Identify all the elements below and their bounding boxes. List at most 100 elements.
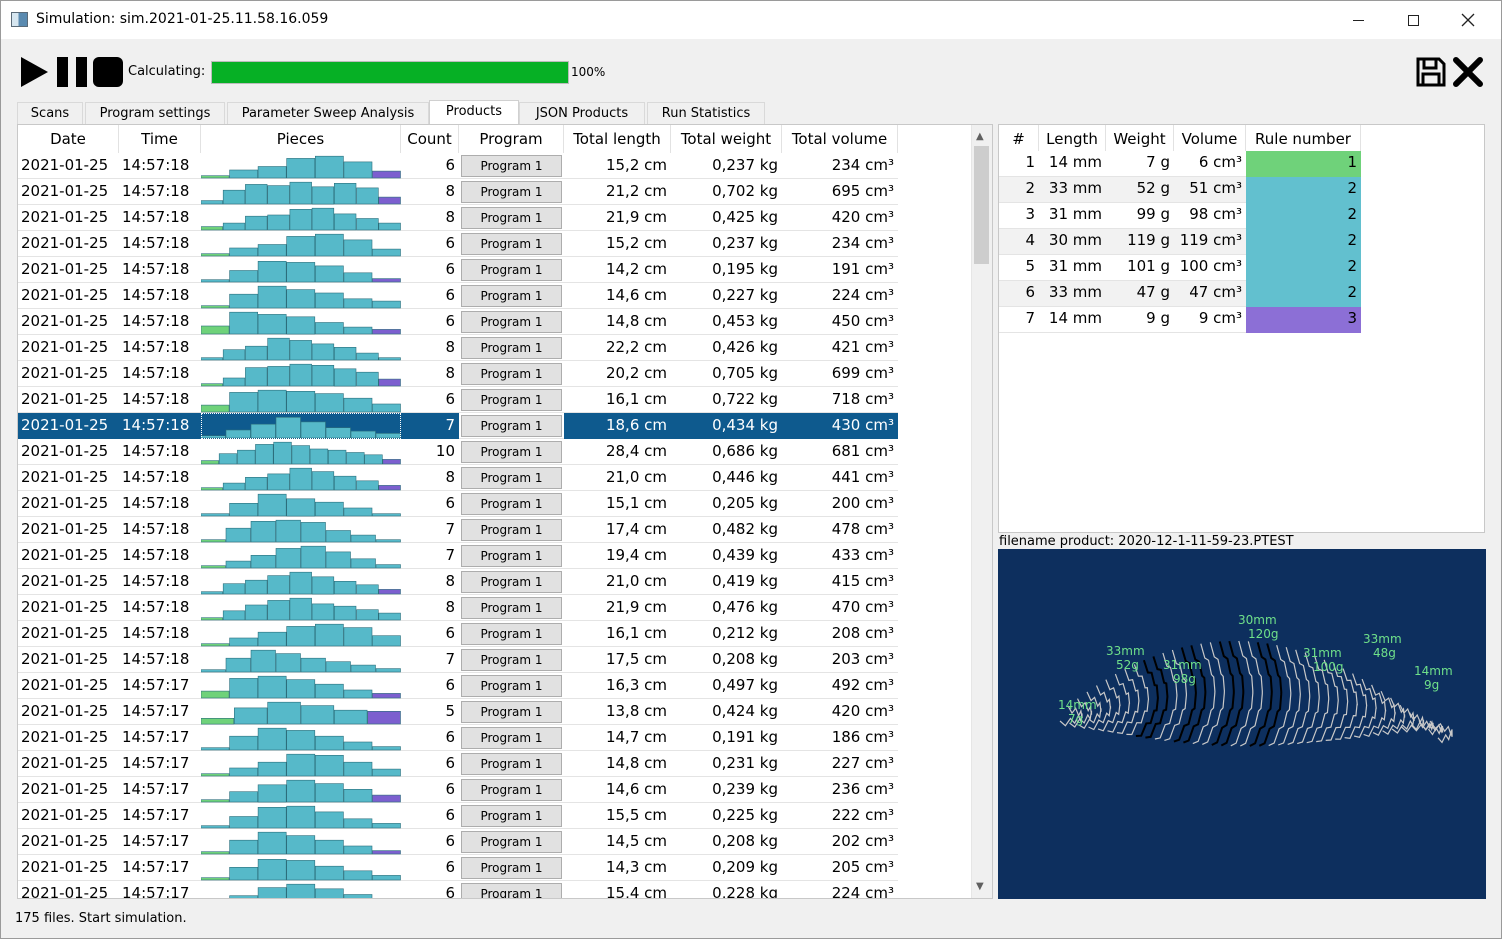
stop-button[interactable] bbox=[93, 57, 123, 87]
col-total-weight[interactable]: Total weight bbox=[671, 125, 782, 153]
program-button[interactable]: Program 1 bbox=[461, 675, 562, 697]
table-row[interactable]: 2021-01-25 14:57:18 6 15,2 cm 0,237 kg 234 cm… bbox=[18, 231, 898, 257]
table-row[interactable]: 2021-01-25 14:57:17 6 14,3 cm 0,209 kg 205 cm… bbox=[18, 855, 898, 881]
tab-run-statistics[interactable]: Run Statistics bbox=[647, 102, 765, 124]
program-button[interactable]: Program 1 bbox=[461, 545, 562, 567]
program-button[interactable]: Program 1 bbox=[461, 311, 562, 333]
save-icon[interactable] bbox=[1415, 56, 1447, 88]
program-button[interactable]: Program 1 bbox=[461, 701, 562, 723]
table-row[interactable]: 2021-01-25 14:57:18 8 21,2 cm 0,702 kg 695 cm… bbox=[18, 179, 898, 205]
program-button[interactable]: Program 1 bbox=[461, 233, 562, 255]
program-button[interactable]: Program 1 bbox=[461, 181, 562, 203]
piece-row[interactable]: 5 31 mm 101 g 100 cm³ 2 bbox=[999, 255, 1361, 281]
program-button[interactable]: Program 1 bbox=[461, 259, 562, 281]
program-button[interactable]: Program 1 bbox=[461, 857, 562, 879]
program-button[interactable]: Program 1 bbox=[461, 363, 562, 385]
program-button[interactable]: Program 1 bbox=[461, 571, 562, 593]
maximize-button[interactable] bbox=[1390, 1, 1436, 39]
table-row[interactable]: 2021-01-25 14:57:17 6 16,3 cm 0,497 kg 492 cm… bbox=[18, 673, 898, 699]
col-volume[interactable]: Volume bbox=[1174, 125, 1246, 151]
piece-row[interactable]: 7 14 mm 9 g 9 cm³ 3 bbox=[999, 307, 1361, 333]
table-row[interactable]: 2021-01-25 14:57:18 8 21,9 cm 0,476 kg 470 cm… bbox=[18, 595, 898, 621]
piece-row[interactable]: 2 33 mm 52 g 51 cm³ 2 bbox=[999, 177, 1361, 203]
tab-json-products[interactable]: JSON Products bbox=[519, 102, 645, 124]
program-button[interactable]: Program 1 bbox=[461, 831, 562, 853]
program-button[interactable]: Program 1 bbox=[461, 285, 562, 307]
table-row[interactable]: 2021-01-25 14:57:17 6 14,6 cm 0,239 kg 236 cm… bbox=[18, 777, 898, 803]
3d-product-viewer[interactable]: 14mm 7g 33mm 52g 31mm 98g 30mm 120g 31mm 100g 33mm… bbox=[998, 549, 1486, 899]
table-row[interactable]: 2021-01-25 14:57:17 6 14,7 cm 0,191 kg 186 cm… bbox=[18, 725, 898, 751]
window-close-button[interactable] bbox=[1445, 1, 1491, 39]
piece-row[interactable]: 3 31 mm 99 g 98 cm³ 2 bbox=[999, 203, 1361, 229]
program-button[interactable]: Program 1 bbox=[461, 649, 562, 671]
table-row[interactable]: 2021-01-25 14:57:18 7 17,5 cm 0,208 kg 203 cm… bbox=[18, 647, 898, 673]
col-time[interactable]: Time bbox=[119, 125, 201, 153]
table-row[interactable]: 2021-01-25 14:57:18 7 17,4 cm 0,482 kg 478 cm… bbox=[18, 517, 898, 543]
program-button[interactable]: Program 1 bbox=[461, 493, 562, 515]
tab-parameter-sweep[interactable]: Parameter Sweep Analysis bbox=[227, 102, 429, 124]
table-row[interactable]: 2021-01-25 14:57:17 6 14,8 cm 0,231 kg 227 cm… bbox=[18, 751, 898, 777]
program-button[interactable]: Program 1 bbox=[461, 337, 562, 359]
piece-row[interactable]: 4 30 mm 119 g 119 cm³ 2 bbox=[999, 229, 1361, 255]
program-button[interactable]: Program 1 bbox=[461, 441, 562, 463]
col-rule-number[interactable]: Rule number bbox=[1246, 125, 1361, 151]
close-x-icon[interactable] bbox=[1452, 56, 1484, 88]
table-row[interactable]: 2021-01-25 14:57:18 6 15,2 cm 0,237 kg 234 cm… bbox=[18, 153, 898, 179]
products-scrollbar[interactable]: ▲ ▼ bbox=[971, 125, 992, 898]
program-button[interactable]: Program 1 bbox=[461, 519, 562, 541]
pieces-table[interactable]: # Length Weight Volume Rule number 1 14 m… bbox=[998, 124, 1485, 533]
table-row[interactable]: 2021-01-25 14:57:18 10 28,4 cm 0,686 kg 681 c… bbox=[18, 439, 898, 465]
program-button[interactable]: Program 1 bbox=[461, 623, 562, 645]
table-row[interactable]: 2021-01-25 14:57:18 7 18,6 cm 0,434 kg 430 cm… bbox=[18, 413, 898, 439]
program-button[interactable]: Program 1 bbox=[461, 389, 562, 411]
table-row[interactable]: 2021-01-25 14:57:18 6 14,2 cm 0,195 kg 191 cm… bbox=[18, 257, 898, 283]
table-row[interactable]: 2021-01-25 14:57:18 6 16,1 cm 0,722 kg 718 cm… bbox=[18, 387, 898, 413]
col-length[interactable]: Length bbox=[1039, 125, 1106, 151]
products-table[interactable]: Date Time Pieces Count Program Total len… bbox=[17, 124, 993, 899]
table-row[interactable]: 2021-01-25 14:57:18 6 14,6 cm 0,227 kg 224 cm… bbox=[18, 283, 898, 309]
table-row[interactable]: 2021-01-25 14:57:18 6 16,1 cm 0,212 kg 208 cm… bbox=[18, 621, 898, 647]
program-button[interactable]: Program 1 bbox=[461, 753, 562, 775]
scroll-thumb[interactable] bbox=[974, 146, 989, 264]
table-row[interactable]: 2021-01-25 14:57:18 8 21,0 cm 0,446 kg 441 cm… bbox=[18, 465, 898, 491]
col-count[interactable]: Count bbox=[401, 125, 459, 153]
col-total-length[interactable]: Total length bbox=[564, 125, 671, 153]
table-row[interactable]: 2021-01-25 14:57:18 6 14,8 cm 0,453 kg 450 cm… bbox=[18, 309, 898, 335]
minimize-button[interactable] bbox=[1335, 1, 1381, 39]
table-row[interactable]: 2021-01-25 14:57:18 7 19,4 cm 0,439 kg 433 cm… bbox=[18, 543, 898, 569]
scroll-up-icon[interactable]: ▲ bbox=[976, 131, 984, 142]
table-row[interactable]: 2021-01-25 14:57:18 8 21,9 cm 0,425 kg 420 cm… bbox=[18, 205, 898, 231]
tab-scans[interactable]: Scans bbox=[17, 102, 83, 124]
col-weight[interactable]: Weight bbox=[1106, 125, 1174, 151]
piece-row[interactable]: 6 33 mm 47 g 47 cm³ 2 bbox=[999, 281, 1361, 307]
col-program[interactable]: Program bbox=[459, 125, 564, 153]
program-button[interactable]: Program 1 bbox=[461, 779, 562, 801]
table-row[interactable]: 2021-01-25 14:57:17 6 14,5 cm 0,208 kg 202 cm… bbox=[18, 829, 898, 855]
table-row[interactable]: 2021-01-25 14:57:18 6 15,1 cm 0,205 kg 200 cm… bbox=[18, 491, 898, 517]
program-button[interactable]: Program 1 bbox=[461, 415, 562, 437]
scroll-down-icon[interactable]: ▼ bbox=[976, 881, 984, 892]
table-row[interactable]: 2021-01-25 14:57:17 6 15,5 cm 0,225 kg 222 cm… bbox=[18, 803, 898, 829]
program-button[interactable]: Program 1 bbox=[461, 207, 562, 229]
pause-button[interactable] bbox=[57, 57, 87, 87]
table-row[interactable]: 2021-01-25 14:57:18 8 20,2 cm 0,705 kg 699 cm… bbox=[18, 361, 898, 387]
col-pieces[interactable]: Pieces bbox=[201, 125, 401, 153]
col-date[interactable]: Date bbox=[18, 125, 119, 153]
piece-row[interactable]: 1 14 mm 7 g6 cm³ 1 bbox=[999, 151, 1361, 177]
table-row[interactable]: 2021-01-25 14:57:17 5 13,8 cm 0,424 kg 420 cm… bbox=[18, 699, 898, 725]
program-button[interactable]: Program 1 bbox=[461, 155, 562, 177]
program-button[interactable]: Program 1 bbox=[461, 883, 562, 898]
program-button[interactable]: Program 1 bbox=[461, 805, 562, 827]
play-button[interactable] bbox=[21, 57, 48, 87]
program-button[interactable]: Program 1 bbox=[461, 597, 562, 619]
tab-program-settings[interactable]: Program settings bbox=[85, 102, 225, 124]
table-row[interactable]: 2021-01-25 14:57:18 8 22,2 cm 0,426 kg 421 cm… bbox=[18, 335, 898, 361]
title-bar[interactable]: Simulation: sim.2021-01-25.11.58.16.059 bbox=[1, 1, 1501, 39]
tab-products[interactable]: Products bbox=[429, 100, 519, 125]
table-row[interactable]: 2021-01-25 14:57:18 8 21,0 cm 0,419 kg 415 cm… bbox=[18, 569, 898, 595]
program-button[interactable]: Program 1 bbox=[461, 467, 562, 489]
program-button[interactable]: Program 1 bbox=[461, 727, 562, 749]
col-index[interactable]: # bbox=[999, 125, 1039, 151]
table-row[interactable]: 2021-01-25 14:57:17 6 15,4 cm 0,228 kg 224 cm… bbox=[18, 881, 898, 898]
col-total-volume[interactable]: Total volume bbox=[782, 125, 898, 153]
